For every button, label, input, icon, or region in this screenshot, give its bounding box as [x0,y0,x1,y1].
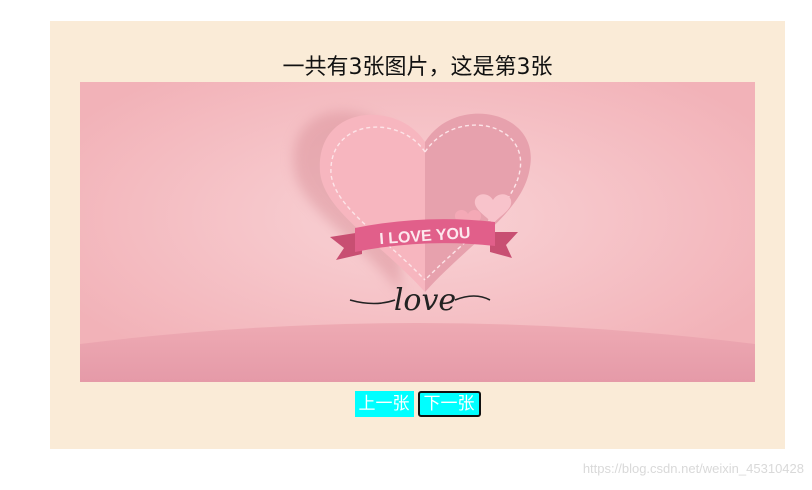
carousel-title: 一共有3张图片，这是第3张 [282,55,553,80]
carousel-panel: 一共有3张图片，这是第3张 I LOVE YOU love 上一张 下一张 [50,21,785,449]
watermark-url: https://blog.csdn.net/weixin_45310428 [582,461,804,476]
script-love-text: love [394,283,456,318]
prev-button[interactable]: 上一张 [354,391,414,417]
carousel-controls: 上一张 下一张 [50,391,785,417]
next-button[interactable]: 下一张 [417,391,481,417]
carousel-image: I LOVE YOU love [80,82,755,382]
